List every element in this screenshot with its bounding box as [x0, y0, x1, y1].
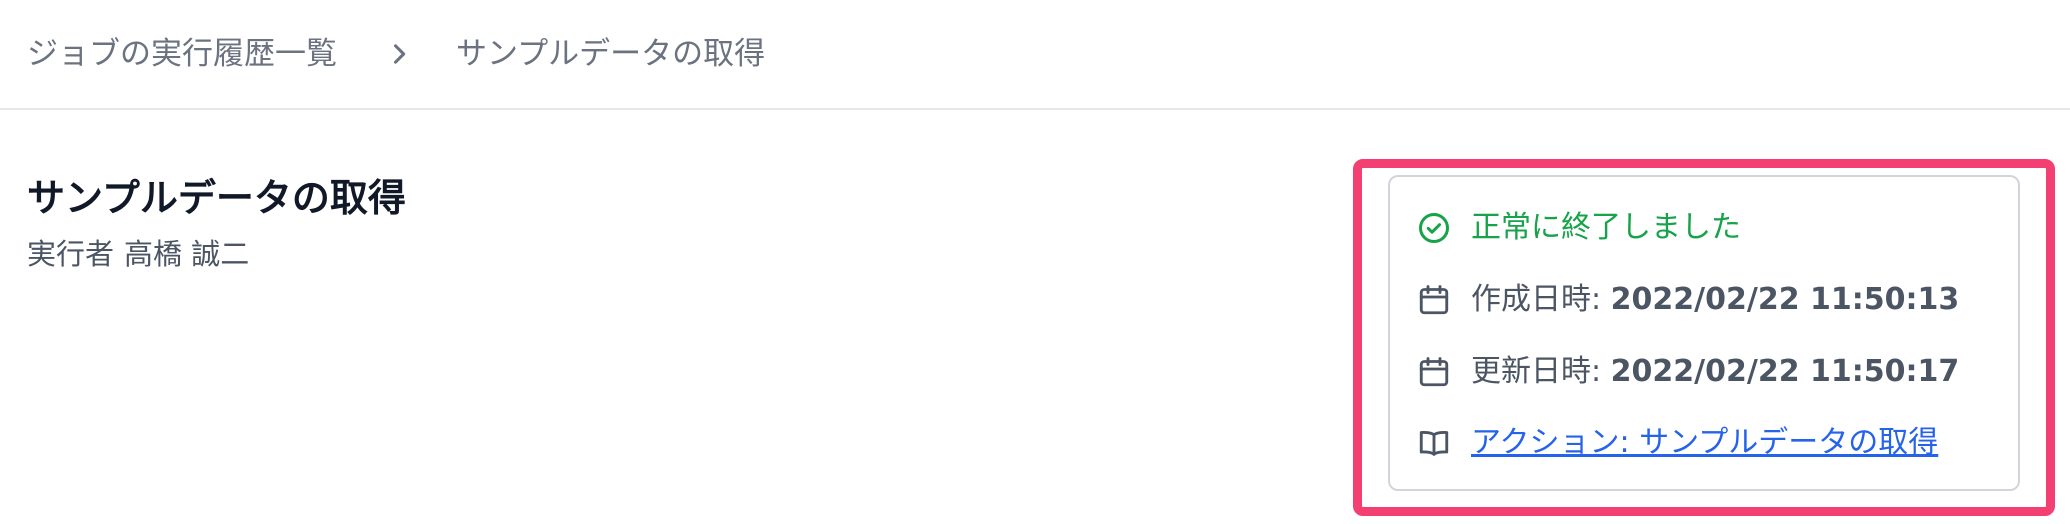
- created-at-value: 2022/02/22 11:50:13: [1610, 282, 1960, 317]
- calendar-icon: [1419, 357, 1449, 387]
- action-link[interactable]: アクション: サンプルデータの取得: [1471, 423, 1938, 463]
- action-row: アクション: サンプルデータの取得: [1416, 420, 1938, 466]
- status-row: 正常に終了しました: [1416, 205, 1741, 251]
- job-info-card: 正常に終了しました 作成日時: 2022/02/22 11:50:13 更新日時…: [1388, 175, 2020, 491]
- calendar-icon: [1419, 285, 1449, 315]
- check-circle-icon: [1419, 213, 1449, 243]
- created-at-label: 作成日時:: [1471, 282, 1602, 317]
- executor-label: 実行者: [27, 237, 115, 271]
- executor-info: 実行者 高橋 誠二: [27, 232, 249, 276]
- breadcrumb-current: サンプルデータの取得: [456, 36, 766, 72]
- book-open-icon: [1419, 431, 1449, 456]
- created-at-row: 作成日時: 2022/02/22 11:50:13: [1416, 277, 1959, 323]
- executor-name: 高橋 誠二: [124, 237, 250, 271]
- chevron-right-icon: [393, 44, 406, 64]
- breadcrumb: ジョブの実行履歴一覧 サンプルデータの取得: [0, 0, 2070, 110]
- updated-at-row: 更新日時: 2022/02/22 11:50:17: [1416, 349, 1959, 395]
- status-text: 正常に終了しました: [1471, 210, 1741, 245]
- page-title: サンプルデータの取得: [27, 176, 406, 220]
- breadcrumb-link-job-history[interactable]: ジョブの実行履歴一覧: [27, 30, 337, 78]
- updated-at-label: 更新日時:: [1471, 354, 1602, 389]
- updated-at-value: 2022/02/22 11:50:17: [1610, 354, 1960, 389]
